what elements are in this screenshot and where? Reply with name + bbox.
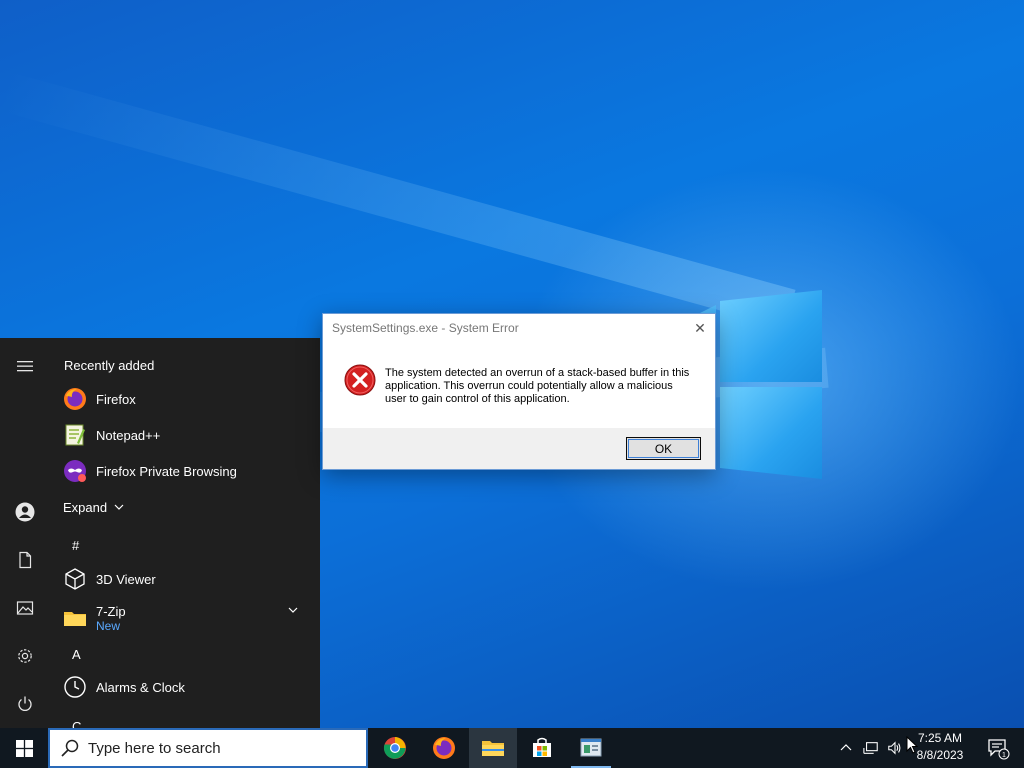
windows-icon bbox=[15, 739, 33, 757]
ok-button[interactable]: OK bbox=[626, 437, 701, 460]
folder-icon bbox=[63, 606, 87, 630]
notepadpp-icon bbox=[63, 423, 87, 447]
dialog-body: The system detected an overrun of a stac… bbox=[323, 342, 715, 428]
app-item-notepadpp[interactable]: Notepad++ bbox=[50, 417, 312, 453]
recently-added-heading: Recently added bbox=[64, 358, 155, 373]
app-item-firefox[interactable]: Firefox bbox=[50, 381, 312, 417]
taskbar-file-explorer[interactable] bbox=[469, 728, 517, 768]
app-label: 3D Viewer bbox=[96, 571, 156, 587]
app-item-alarms-clock[interactable]: Alarms & Clock bbox=[50, 669, 312, 705]
account-button[interactable] bbox=[0, 488, 50, 536]
close-icon: ✕ bbox=[694, 319, 706, 336]
firefox-icon bbox=[433, 737, 455, 759]
dialog-title: SystemSettings.exe - System Error bbox=[332, 321, 519, 335]
app-label: Notepad++ bbox=[96, 427, 161, 443]
notification-count: 1 bbox=[1002, 752, 1006, 759]
app-label: 7-Zip bbox=[96, 603, 126, 619]
chevron-down-icon[interactable] bbox=[288, 605, 298, 615]
search-placeholder: Type here to search bbox=[88, 739, 221, 757]
documents-button[interactable] bbox=[0, 536, 50, 584]
error-dialog: SystemSettings.exe - System Error ✕ The … bbox=[322, 313, 716, 470]
hamburger-icon bbox=[17, 361, 33, 372]
network-button[interactable] bbox=[859, 728, 883, 768]
search-box[interactable]: Type here to search bbox=[48, 728, 368, 768]
taskbar-control-panel[interactable] bbox=[567, 728, 615, 768]
user-icon bbox=[15, 502, 35, 522]
pictures-button[interactable] bbox=[0, 584, 50, 632]
taskbar-chrome[interactable] bbox=[371, 728, 419, 768]
app-label: Firefox bbox=[96, 391, 136, 407]
speaker-icon bbox=[888, 741, 901, 755]
network-icon bbox=[863, 742, 878, 754]
start-rail bbox=[0, 338, 50, 728]
windows-logo-pane bbox=[720, 387, 822, 479]
app-list: Recently added Firefox Notepad++ Firefox… bbox=[50, 338, 320, 728]
action-center-button[interactable]: 1 bbox=[978, 728, 1018, 768]
power-button[interactable] bbox=[0, 680, 50, 728]
expand-label: Expand bbox=[63, 499, 108, 515]
control-panel-icon bbox=[580, 738, 602, 757]
expand-button[interactable]: Expand bbox=[50, 489, 170, 525]
chevron-down-icon bbox=[114, 504, 124, 510]
close-button[interactable]: ✕ bbox=[687, 316, 713, 340]
documents-icon bbox=[19, 551, 32, 569]
app-label: Firefox Private Browsing bbox=[96, 463, 237, 479]
settings-button[interactable] bbox=[0, 632, 50, 680]
taskbar: Type here to search 7:25 AM 8/8/2023 1 bbox=[0, 728, 1024, 768]
volume-button[interactable] bbox=[883, 728, 907, 768]
cube-icon bbox=[63, 567, 87, 591]
app-item-3d-viewer[interactable]: 3D Viewer bbox=[50, 561, 312, 597]
pictures-icon bbox=[16, 601, 34, 615]
firefox-private-icon bbox=[63, 459, 87, 483]
chrome-icon bbox=[383, 737, 406, 759]
app-item-7zip[interactable]: 7-Zip New bbox=[50, 597, 312, 639]
settings-icon bbox=[18, 649, 32, 663]
error-icon bbox=[344, 364, 376, 396]
show-hidden-icons-button[interactable] bbox=[834, 728, 858, 768]
chevron-up-icon bbox=[840, 744, 852, 751]
power-icon bbox=[18, 696, 32, 711]
expand-menu-button[interactable] bbox=[0, 342, 50, 390]
firefox-icon bbox=[63, 387, 87, 411]
taskbar-firefox[interactable] bbox=[420, 728, 468, 768]
start-button[interactable] bbox=[0, 728, 48, 768]
letter-header-a[interactable]: A bbox=[72, 647, 81, 662]
light-beam bbox=[0, 70, 796, 329]
letter-header-c[interactable]: C bbox=[72, 719, 81, 728]
windows-logo-pane bbox=[720, 290, 822, 382]
mouse-cursor-icon bbox=[906, 736, 918, 754]
search-icon bbox=[61, 739, 79, 757]
file-explorer-icon bbox=[482, 741, 504, 756]
letter-header-hash[interactable]: # bbox=[72, 538, 79, 553]
taskbar-microsoft-store[interactable] bbox=[518, 728, 566, 768]
app-label: Alarms & Clock bbox=[96, 679, 185, 695]
clock-icon bbox=[63, 675, 87, 699]
new-badge: New bbox=[96, 618, 121, 633]
microsoft-store-icon bbox=[533, 737, 551, 757]
app-item-firefox-private[interactable]: Firefox Private Browsing bbox=[50, 453, 312, 489]
notification-icon: 1 bbox=[988, 739, 1010, 760]
dialog-titlebar[interactable]: SystemSettings.exe - System Error ✕ bbox=[323, 314, 715, 342]
start-menu: Recently added Firefox Notepad++ Firefox… bbox=[0, 338, 320, 728]
dialog-footer: OK bbox=[323, 428, 715, 469]
error-message: The system detected an overrun of a stac… bbox=[385, 367, 690, 405]
